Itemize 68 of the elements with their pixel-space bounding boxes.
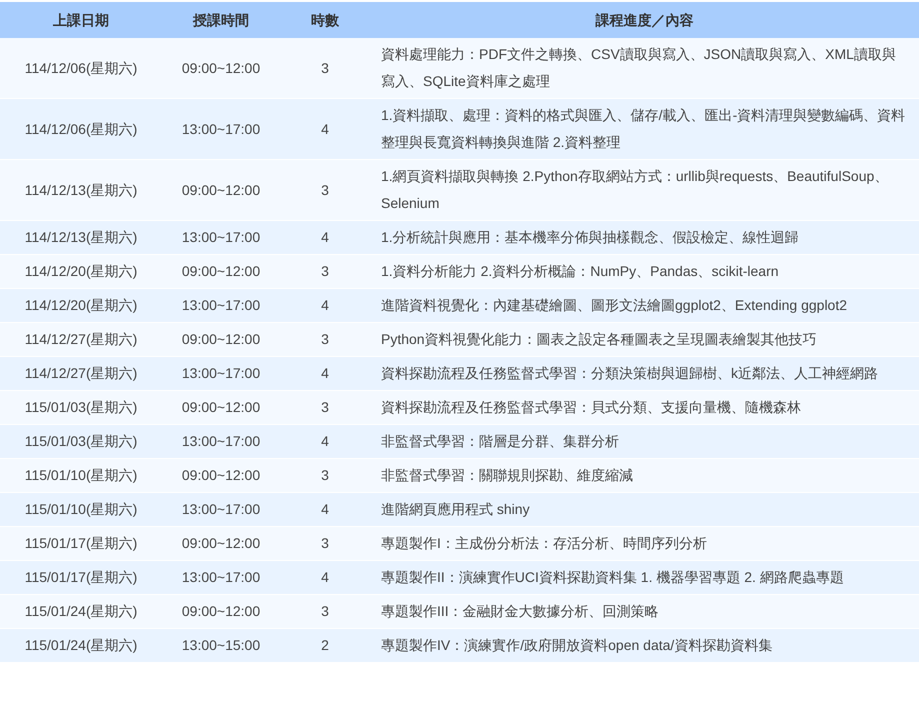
table-cell: 3 <box>280 38 370 98</box>
table-cell: 13:00~17:00 <box>162 356 280 390</box>
column-header: 授課時間 <box>162 2 280 38</box>
table-cell: 13:00~17:00 <box>162 560 280 594</box>
table-cell: 115/01/10(星期六) <box>0 458 162 492</box>
table-cell: 13:00~17:00 <box>162 492 280 526</box>
table-cell: 09:00~12:00 <box>162 526 280 560</box>
table-cell: 13:00~17:00 <box>162 288 280 322</box>
table-cell: 專題製作III：金融財金大數據分析、回測策略 <box>370 594 919 628</box>
table-cell: 專題製作I：主成份分析法：存活分析、時間序列分析 <box>370 526 919 560</box>
column-header: 上課日期 <box>0 2 162 38</box>
table-cell: 3 <box>280 594 370 628</box>
table-cell: 115/01/24(星期六) <box>0 628 162 662</box>
table-cell: Python資料視覺化能力：圖表之設定各種圖表之呈現圖表繪製其他技巧 <box>370 322 919 356</box>
table-cell: 1.資料分析能力 2.資料分析概論：NumPy、Pandas、scikit-learn <box>370 254 919 288</box>
table-cell: 114/12/13(星期六) <box>0 220 162 254</box>
table-cell: 1.分析統計與應用：基本機率分佈與抽樣觀念、假設檢定、線性迴歸 <box>370 220 919 254</box>
table-cell: 13:00~17:00 <box>162 424 280 458</box>
table-cell: 115/01/03(星期六) <box>0 390 162 424</box>
table-cell: 非監督式學習：關聯規則探勘、維度縮減 <box>370 458 919 492</box>
table-cell: 1.資料擷取、處理：資料的格式與匯入、儲存/載入、匯出-資料清理與變數編碼、資料整理與長寬資料轉換與進階 2.資料整理 <box>370 98 919 160</box>
table-cell: 13:00~15:00 <box>162 628 280 662</box>
table-cell: 09:00~12:00 <box>162 38 280 98</box>
table-cell: 115/01/03(星期六) <box>0 424 162 458</box>
table-cell: 13:00~17:00 <box>162 220 280 254</box>
table-cell: 114/12/20(星期六) <box>0 254 162 288</box>
table-cell: 資料探勘流程及任務監督式學習：貝式分類、支援向量機、隨機森林 <box>370 390 919 424</box>
table-cell: 114/12/06(星期六) <box>0 98 162 160</box>
table-cell: 4 <box>280 356 370 390</box>
table-cell: 4 <box>280 288 370 322</box>
table-cell: 資料處理能力：PDF文件之轉換、CSV讀取與寫入、JSON讀取與寫入、XML讀取與寫入、SQLite資料庫之處理 <box>370 38 919 98</box>
table-cell: 3 <box>280 322 370 356</box>
table-cell: 09:00~12:00 <box>162 322 280 356</box>
table-cell: 進階資料視覺化：內建基礎繪圖、圖形文法繪圖ggplot2、Extending ggplot2 <box>370 288 919 322</box>
table-cell: 4 <box>280 98 370 160</box>
table-cell: 非監督式學習：階層是分群、集群分析 <box>370 424 919 458</box>
table-cell: 09:00~12:00 <box>162 254 280 288</box>
table-cell: 3 <box>280 254 370 288</box>
table-cell: 09:00~12:00 <box>162 390 280 424</box>
table-cell: 資料探勘流程及任務監督式學習：分類決策樹與迴歸樹、k近鄰法、人工神經網路 <box>370 356 919 390</box>
table-cell: 13:00~17:00 <box>162 98 280 160</box>
table-cell: 3 <box>280 526 370 560</box>
table-cell: 3 <box>280 458 370 492</box>
table-cell: 專題製作IV：演練實作/政府開放資料open data/資料探勘資料集 <box>370 628 919 662</box>
table-cell: 114/12/20(星期六) <box>0 288 162 322</box>
table-cell: 115/01/17(星期六) <box>0 526 162 560</box>
table-cell: 專題製作II：演練實作UCI資料探勘資料集 1. 機器學習專題 2. 網路爬蟲專題 <box>370 560 919 594</box>
table-cell: 4 <box>280 492 370 526</box>
table-cell: 115/01/17(星期六) <box>0 560 162 594</box>
table-cell: 09:00~12:00 <box>162 160 280 220</box>
table-cell: 09:00~12:00 <box>162 458 280 492</box>
table-cell: 進階網頁應用程式 shiny <box>370 492 919 526</box>
column-header: 時數 <box>280 2 370 38</box>
table-cell: 4 <box>280 560 370 594</box>
table-cell: 114/12/06(星期六) <box>0 38 162 98</box>
table-cell: 114/12/27(星期六) <box>0 322 162 356</box>
table-cell: 09:00~12:00 <box>162 594 280 628</box>
table-cell: 4 <box>280 424 370 458</box>
table-cell: 115/01/10(星期六) <box>0 492 162 526</box>
table-cell: 3 <box>280 390 370 424</box>
table-cell: 114/12/13(星期六) <box>0 160 162 220</box>
table-cell: 114/12/27(星期六) <box>0 356 162 390</box>
table-cell: 3 <box>280 160 370 220</box>
column-header: 課程進度／內容 <box>370 2 919 38</box>
table-cell: 115/01/24(星期六) <box>0 594 162 628</box>
table-cell: 4 <box>280 220 370 254</box>
table-cell: 1.網頁資料擷取與轉換 2.Python存取網站方式：urllib與requests、BeautifulSoup、Selenium <box>370 160 919 220</box>
table-cell: 2 <box>280 628 370 662</box>
